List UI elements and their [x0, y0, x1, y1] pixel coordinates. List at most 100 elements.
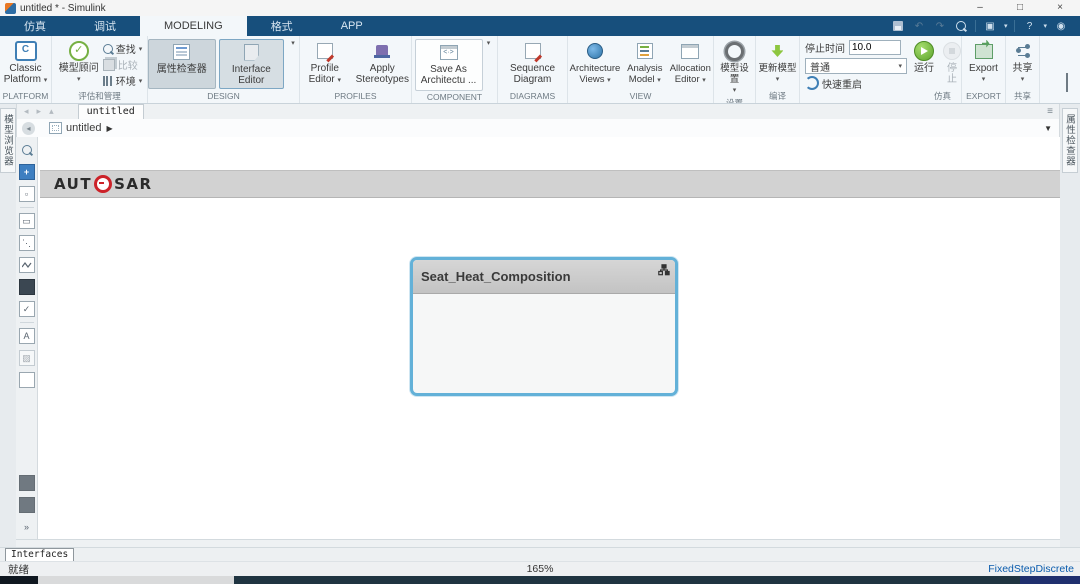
environment-button[interactable]: 环境 ▾ [103, 73, 143, 88]
export-icon [975, 44, 993, 59]
model-canvas[interactable]: AUT SAR Seat_Heat_Composition [38, 137, 1060, 540]
tab-list-menu-icon[interactable]: ≡ [1047, 106, 1054, 117]
breadcrumb-caret-icon[interactable]: ▶ [106, 124, 112, 133]
nav-forward-icon[interactable]: ▸ [37, 106, 42, 117]
group-label-compile: 编译 [756, 90, 799, 103]
architecture-views-button[interactable]: Architecture Views ▾ [568, 39, 622, 87]
analysis-model-button[interactable]: Analysis Model ▾ [623, 39, 667, 87]
stop-icon [943, 42, 961, 60]
simulation-mode-select[interactable]: 普通 ▾ [805, 58, 907, 74]
status-solver-link[interactable]: FixedStepDiscrete [988, 563, 1074, 575]
window-controls: – □ × [960, 0, 1080, 16]
subsystem-icon[interactable]: ▭ [19, 213, 35, 229]
capture-dropdown-icon[interactable]: ▾ [1004, 22, 1008, 30]
restore-button[interactable]: □ [1000, 0, 1040, 16]
apply-stereotypes-button[interactable]: Apply Stereotypes [354, 39, 411, 86]
autosar-logo-right: SAR [114, 175, 152, 193]
design-more-button[interactable]: ▾ [287, 39, 299, 47]
model-advisor-button[interactable]: ✓ 模型顾问 ▾ [57, 39, 101, 86]
find-icon [103, 44, 113, 54]
property-inspector-vertical-tab[interactable]: 属性检查器 [1062, 108, 1078, 173]
property-inspector-button[interactable]: 属性检查器 [148, 39, 216, 89]
explorer-bar-toggle-icon[interactable]: ◂ [22, 122, 35, 135]
group-label-export: EXPORT [962, 90, 1005, 103]
interfaces-tab-row: Interfaces [0, 547, 1080, 562]
windows-taskbar[interactable] [0, 576, 1080, 584]
group-label-platform: PLATFORM [0, 90, 51, 103]
check-box-icon[interactable]: ✓ [19, 301, 35, 317]
viewmark-gallery-icon[interactable] [19, 497, 35, 513]
undo-icon[interactable]: ↶ [912, 19, 926, 33]
profile-editor-icon [317, 43, 333, 59]
group-share: 共享 ▾ 共享 [1006, 36, 1040, 103]
minimize-button[interactable]: – [960, 0, 1000, 16]
signal-scope-icon[interactable] [19, 257, 35, 273]
fast-restart-button[interactable]: 快速重启 [805, 77, 907, 89]
composition-block-header[interactable]: Seat_Heat_Composition [413, 260, 675, 294]
interfaces-tab[interactable]: Interfaces [5, 548, 74, 562]
group-label-simulation: 仿真 [800, 90, 961, 103]
sequence-diagram-icon [525, 43, 541, 59]
model-block-icon [49, 122, 62, 134]
tab-modeling[interactable]: MODELING [140, 16, 247, 36]
taskbar-segment [0, 576, 38, 584]
update-model-button[interactable]: 更新模型 ▾ [756, 39, 798, 86]
close-button[interactable]: × [1040, 0, 1080, 16]
run-button[interactable]: 运行 [912, 39, 936, 75]
find-button[interactable]: 查找 ▾ [103, 41, 143, 56]
library-browser-icon[interactable]: + [19, 164, 35, 180]
hierarchy-badge-icon[interactable] [658, 263, 670, 281]
taskbar-active-app[interactable] [38, 576, 234, 584]
document-tab-untitled[interactable]: untitled [78, 104, 144, 119]
export-button[interactable]: Export ▾ [967, 39, 1000, 86]
collapse-ribbon-button[interactable] [1066, 75, 1080, 103]
zoom-fit-icon[interactable]: ▫ [19, 186, 35, 202]
classic-platform-icon: C [15, 41, 37, 61]
community-icon[interactable]: ◉ [1054, 19, 1068, 33]
group-label-view: VIEW [568, 90, 713, 103]
annotation-icon[interactable]: A [19, 328, 35, 344]
image-annotation-icon[interactable]: ▨ [19, 350, 35, 366]
stop-time-input[interactable] [849, 40, 901, 55]
component-more-button[interactable]: ▾ [483, 39, 495, 47]
model-advisor-icon: ✓ [69, 41, 89, 61]
search-icon[interactable] [954, 19, 968, 33]
interface-editor-button[interactable]: Interface Editor [219, 39, 285, 89]
status-zoom-level: 165% [527, 563, 554, 575]
tab-format[interactable]: 格式 [247, 16, 317, 36]
sequence-diagram-button[interactable]: Sequence Diagram [501, 39, 565, 86]
palette-expand-icon[interactable]: » [19, 519, 35, 535]
share-button[interactable]: 共享 ▾ [1011, 39, 1035, 86]
classic-platform-button[interactable]: C Classic Platform ▾ [0, 39, 51, 87]
redo-icon[interactable]: ↷ [933, 19, 947, 33]
group-component: <·> Save As Architectu ... ▾ COMPONENT [412, 36, 498, 103]
allocation-editor-button[interactable]: Allocation Editor ▾ [668, 39, 713, 87]
model-browser-vertical-tab[interactable]: 模型浏览器 [0, 108, 16, 173]
help-dropdown-icon[interactable]: ▾ [1043, 22, 1047, 30]
palette-separator [20, 322, 34, 323]
help-icon[interactable]: ? [1022, 19, 1036, 33]
breadcrumb-dropdown-icon[interactable]: ▼ [1044, 124, 1052, 133]
group-design: 属性检查器 Interface Editor ▾ DESIGN [148, 36, 300, 103]
composition-block[interactable]: Seat_Heat_Composition [410, 257, 678, 396]
capture-icon[interactable]: ▣ [983, 19, 997, 33]
tab-app[interactable]: APP [317, 16, 387, 36]
share-icon [1016, 44, 1030, 58]
allocation-editor-icon [681, 44, 699, 59]
viewport-icon[interactable]: ⋱ [19, 235, 35, 251]
nav-back-icon[interactable]: ◂ [24, 106, 29, 117]
signal-table-icon[interactable] [19, 279, 35, 295]
viewmark-camera-icon[interactable] [19, 475, 35, 491]
zoom-icon[interactable] [19, 142, 35, 158]
profile-editor-button[interactable]: Profile Editor ▾ [300, 39, 350, 87]
model-settings-button[interactable]: 模型设置 ▾ [714, 39, 755, 97]
nav-up-icon[interactable]: ▴ [49, 106, 54, 117]
breadcrumb-item-untitled[interactable]: untitled [66, 122, 101, 134]
qat-separator [975, 20, 976, 32]
save-as-architecture-button[interactable]: <·> Save As Architectu ... [415, 39, 483, 91]
area-box-icon[interactable] [19, 372, 35, 388]
tab-debug[interactable]: 调试 [70, 16, 140, 36]
tab-simulation[interactable]: 仿真 [0, 16, 70, 36]
save-icon[interactable] [891, 19, 905, 33]
group-profiles: Profile Editor ▾ Apply Stereotypes PROFI… [300, 36, 412, 103]
